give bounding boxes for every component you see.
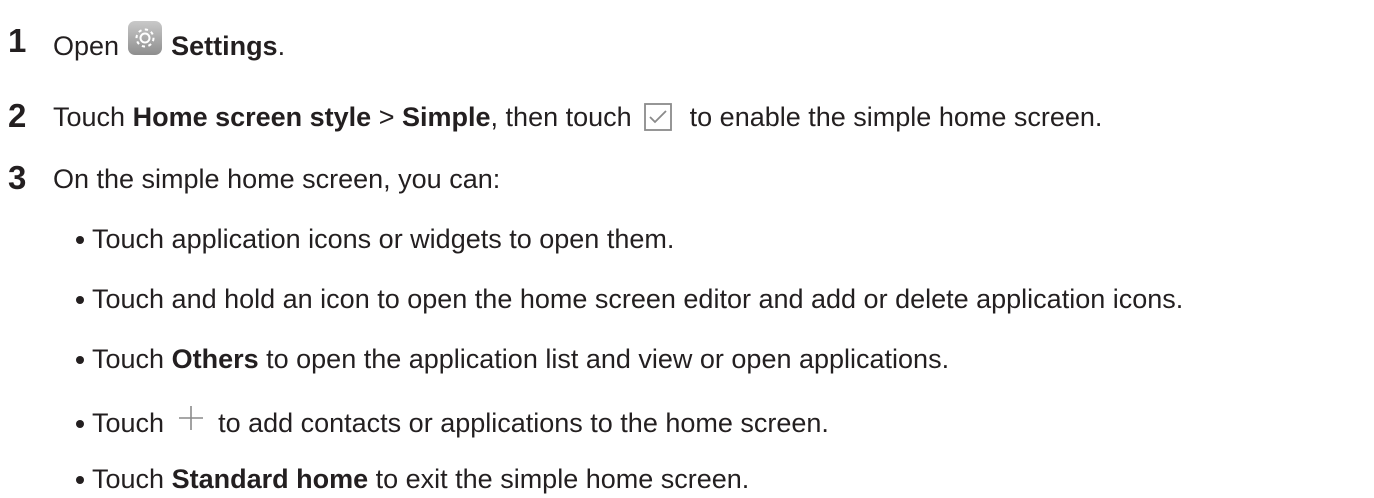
step-number: 2 <box>8 97 27 134</box>
bullet-pre: Touch <box>92 408 165 438</box>
list-item: Touch and hold an icon to open the home … <box>76 284 1183 315</box>
step-1-pre: Open <box>53 30 120 61</box>
bullet-dot <box>76 295 84 304</box>
step-number: 1 <box>8 22 27 59</box>
list-item: Touch Others to open the application lis… <box>76 344 949 375</box>
step-2-pre: Touch <box>53 101 126 132</box>
bullet-post: to exit the simple home screen. <box>375 464 750 494</box>
step-2-mid: , then touch <box>490 101 632 132</box>
bullet-dot <box>76 355 84 364</box>
bullet-text: Touch and hold an icon to open the home … <box>92 284 1184 314</box>
bullet-pre: Touch <box>92 344 165 374</box>
list-item: Touch to add contacts or applications to… <box>76 405 829 439</box>
step-2-post: to enable the simple home screen. <box>689 101 1103 132</box>
home-screen-style-label: Home screen style <box>132 101 372 132</box>
bullet-post: to add contacts or applications to the h… <box>218 408 829 438</box>
standard-home-label: Standard home <box>171 464 369 494</box>
step-2-text: Touch Home screen style > Simple, then t… <box>53 97 1102 137</box>
bullet-dot <box>76 419 84 428</box>
bullet-dot <box>76 475 84 484</box>
bullet-post: to open the application list and view or… <box>266 344 950 374</box>
plus-icon <box>178 405 204 431</box>
step-3-text: On the simple home screen, you can: <box>53 164 501 194</box>
checkbox-checked-icon <box>640 99 676 135</box>
arrow-separator: > <box>378 101 395 132</box>
bullet-pre: Touch <box>92 464 165 494</box>
bullet-dot <box>76 235 84 244</box>
list-item: Touch Standard home to exit the simple h… <box>76 464 749 495</box>
bullet-text: Touch application icons or widgets to op… <box>92 224 675 254</box>
others-label: Others <box>171 344 259 374</box>
step-1-text: Open Settings . <box>53 21 286 64</box>
list-item: Touch application icons or widgets to op… <box>76 224 674 255</box>
simple-label: Simple <box>402 101 491 132</box>
settings-gear-icon <box>127 20 163 56</box>
step-1-post: . <box>277 30 286 61</box>
settings-label: Settings <box>171 30 278 61</box>
step-number: 3 <box>8 159 27 196</box>
